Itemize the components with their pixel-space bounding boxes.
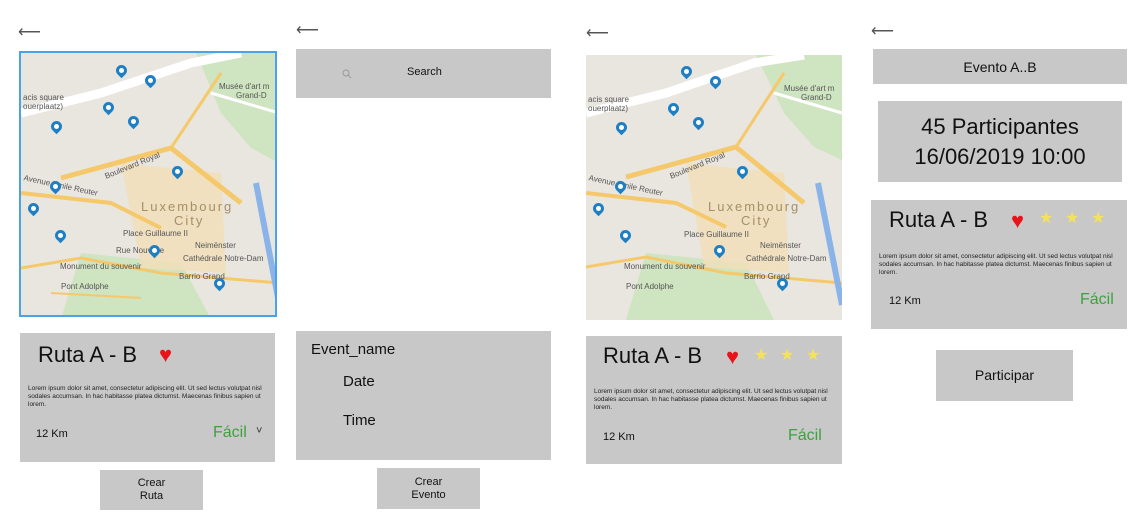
map-label: acis square	[588, 95, 629, 104]
map-label: Monument du souvenir	[624, 262, 706, 271]
participants-count: 45 Participantes	[921, 113, 1079, 139]
map-label: Grand-D	[236, 91, 267, 100]
star-icon[interactable]: ★	[780, 348, 794, 364]
button-label: Participar	[974, 367, 1035, 383]
screen-evento-detalle: ⟵ Evento A..B 45 Participantes 16/06/201…	[860, 0, 1134, 515]
screen-ruta-detalle: ⟵ acis square ouerplaatz) Musée d'art m …	[573, 0, 856, 515]
back-arrow-icon[interactable]: ⟵	[18, 25, 41, 41]
back-arrow-icon[interactable]: ⟵	[871, 24, 894, 40]
search-bar[interactable]: Search	[296, 49, 551, 98]
button-label: Crear	[414, 475, 443, 488]
map-label: Luxembourg	[708, 199, 801, 214]
star-icon[interactable]: ★	[1039, 211, 1053, 227]
participar-button[interactable]: Participar	[936, 350, 1073, 401]
route-card[interactable]: Ruta A - B ♥ ★ ★ ★ Lorem ipsum dolor sit…	[871, 200, 1127, 329]
route-description: Lorem ipsum dolor sit amet, consectetur …	[28, 385, 262, 408]
date-field[interactable]: Date	[343, 373, 375, 390]
back-arrow-icon[interactable]: ⟵	[586, 26, 609, 42]
map-label: City	[174, 213, 205, 228]
map-label: ouerplaatz)	[23, 102, 64, 111]
map-label: Pont Adolphe	[626, 282, 674, 291]
route-map[interactable]: acis square ouerplaatz) Musée d'art m Gr…	[19, 51, 277, 317]
map-label: Cathédrale Notre-Dam	[183, 254, 264, 263]
map-label: Musée d'art m	[784, 84, 835, 93]
event-datetime: 16/06/2019 10:00	[914, 143, 1086, 169]
route-distance: 12 Km	[36, 428, 68, 440]
star-icon[interactable]: ★	[806, 348, 820, 364]
route-title: Ruta A - B	[889, 207, 989, 232]
route-difficulty: Fácil	[213, 424, 247, 441]
route-card[interactable]: Ruta A - B ♥ Lorem ipsum dolor sit amet,…	[20, 333, 275, 462]
button-label: Ruta	[139, 490, 164, 502]
route-card[interactable]: Ruta A - B ♥ ★ ★ ★ Lorem ipsum dolor sit…	[586, 336, 842, 464]
heart-icon[interactable]: ♥	[1011, 210, 1024, 232]
map-label: Musée d'art m	[219, 82, 270, 91]
heart-icon[interactable]: ♥	[159, 344, 172, 366]
search-input[interactable]: Search	[407, 66, 442, 78]
route-title: Ruta A - B	[38, 342, 138, 367]
map-label: ouerplaatz)	[588, 104, 629, 113]
heart-icon[interactable]: ♥	[726, 346, 739, 368]
button-label: Crear	[137, 477, 166, 489]
screen-crear-evento: ⟵ Search Event_name Date Time Crear Even…	[285, 0, 565, 515]
event-title-bar: Evento A..B	[873, 49, 1127, 84]
map-label: Place Guillaume II	[684, 230, 749, 239]
event-name-field[interactable]: Event_name	[311, 341, 395, 358]
star-icon[interactable]: ★	[754, 348, 768, 364]
event-title: Evento A..B	[963, 58, 1037, 75]
back-arrow-icon[interactable]: ⟵	[296, 23, 319, 39]
map-label: Pont Adolphe	[61, 282, 109, 291]
time-field[interactable]: Time	[343, 412, 376, 429]
route-title: Ruta A - B	[603, 343, 703, 368]
crear-evento-button[interactable]: Crear Evento	[377, 468, 480, 509]
map-label: Neimënster	[195, 241, 236, 250]
star-icon[interactable]: ★	[1065, 211, 1079, 227]
event-info-box: 45 Participantes 16/06/2019 10:00	[878, 101, 1122, 182]
button-label: Evento	[411, 488, 446, 501]
chevron-down-icon[interactable]: ˅	[256, 425, 262, 437]
route-difficulty: Fácil	[1080, 291, 1114, 308]
route-difficulty: Fácil	[788, 427, 822, 444]
star-icon[interactable]: ★	[1091, 211, 1105, 227]
map-label: City	[741, 213, 772, 228]
route-distance: 12 Km	[889, 295, 921, 307]
map-label: Grand-D	[801, 93, 832, 102]
route-map[interactable]: acis square ouerplaatz) Musée d'art m Gr…	[586, 55, 842, 320]
map-label: acis square	[23, 93, 64, 102]
map-label: Cathédrale Notre-Dam	[746, 254, 827, 263]
screen-crear-ruta: ⟵ acis square ouerplaatz) Musée d'art m …	[0, 0, 285, 515]
map-label: Luxembourg	[141, 199, 234, 214]
event-form: Event_name Date Time	[296, 331, 551, 460]
search-icon	[342, 66, 352, 84]
route-description: Lorem ipsum dolor sit amet, consectetur …	[594, 388, 828, 411]
route-description: Lorem ipsum dolor sit amet, consectetur …	[879, 253, 1113, 276]
route-distance: 12 Km	[603, 431, 635, 443]
map-label: Monument du souvenir	[60, 262, 142, 271]
crear-ruta-button[interactable]: Crear Ruta	[100, 470, 203, 510]
map-label: Place Guillaume II	[123, 229, 188, 238]
map-label: Neimënster	[760, 241, 801, 250]
